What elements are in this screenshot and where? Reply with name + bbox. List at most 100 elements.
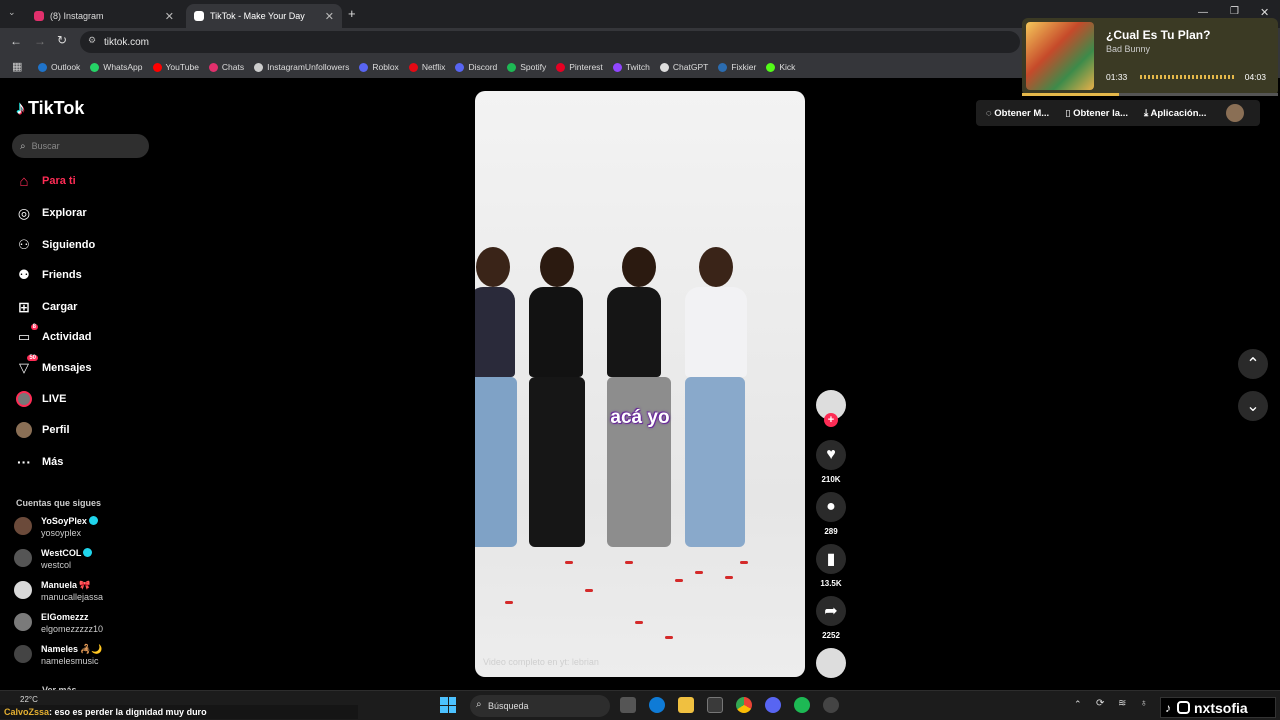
nav-cargar[interactable]: ⊞ Cargar [16, 299, 77, 315]
comment-button[interactable]: ● 289 [816, 492, 846, 536]
search-input[interactable]: ⌕ Buscar [12, 134, 149, 158]
kick-icon [766, 62, 776, 72]
bookmark-spotify[interactable]: Spotify [507, 62, 546, 72]
get-app-button[interactable]: ▯ Obtener la... [1065, 108, 1128, 119]
outlook-icon [38, 62, 47, 72]
creator-avatar-button[interactable]: + [816, 390, 846, 427]
bookmark-roblox[interactable]: Roblox [359, 62, 399, 72]
button-label: Aplicación... [1150, 107, 1207, 119]
nav-mas[interactable]: ··· Más [16, 454, 63, 470]
media-progress-fill [1022, 93, 1120, 96]
account-name: YoSoyPlex [41, 516, 87, 526]
nav-para-ti[interactable]: ⌂ Para ti [16, 173, 76, 190]
weather-widget[interactable]: 22°C [20, 695, 38, 704]
minimize-icon[interactable]: — [1198, 7, 1208, 18]
followed-account[interactable]: Manuela 🎀 manucallejassa [14, 579, 103, 603]
nav-explorar[interactable]: ◎ Explorar [16, 205, 87, 221]
twitch-icon [612, 62, 622, 72]
nav-label: Para ti [42, 175, 76, 187]
tray-network-icon[interactable]: ≋ [1118, 698, 1126, 709]
messages-badge: 50 [27, 355, 38, 361]
video-player[interactable]: acá yo Video completo en yt: lebrian [475, 91, 805, 677]
nav-label: Friends [42, 269, 82, 281]
bookmark-youtube[interactable]: YouTube [152, 62, 199, 72]
followed-account[interactable]: YoSoyPlex yosoyplex [14, 515, 98, 539]
nav-perfil[interactable]: Perfil [16, 422, 70, 438]
save-button[interactable]: ▮ 13.5K [816, 544, 846, 588]
next-video-button[interactable]: ⌄ [1238, 391, 1268, 421]
followed-account[interactable]: ElGomezzz elgomezzzzz10 [14, 611, 103, 635]
tray-sync-icon[interactable]: ⟳ [1096, 698, 1104, 709]
new-tab-icon[interactable]: + [348, 6, 356, 21]
bookmark-whatsapp[interactable]: WhatsApp [90, 62, 143, 72]
user-avatar[interactable] [1226, 104, 1245, 122]
like-button[interactable]: ♥ 210K [816, 440, 846, 484]
tray-chevron-icon[interactable]: ⌃ [1074, 699, 1082, 710]
video-person [529, 247, 585, 547]
media-elapsed: 01:33 [1106, 72, 1128, 82]
nav-mensajes[interactable]: ▽ 50 Mensajes [16, 355, 92, 376]
tiktok-note-icon: ♪ [16, 98, 25, 118]
bookmark-label: Discord [468, 62, 498, 72]
spotify-icon [507, 62, 517, 72]
follow-plus-icon[interactable]: + [824, 413, 838, 427]
nav-friends[interactable]: ⚉ Friends [16, 267, 82, 283]
settings-icon[interactable] [823, 697, 839, 713]
followed-account[interactable]: Nameles 🦂🌙 namelesmusic [14, 643, 102, 667]
bookmark-discord[interactable]: Discord [455, 62, 497, 72]
reload-icon[interactable]: ↻ [57, 33, 67, 47]
get-coins-button[interactable]: ◌ Obtener M... [986, 108, 1049, 119]
task-view-icon[interactable] [620, 697, 636, 713]
spotify-icon[interactable] [794, 697, 810, 713]
file-explorer-icon[interactable] [678, 697, 694, 713]
bookmark-netflix[interactable]: Netflix [408, 62, 445, 72]
discord-icon[interactable] [765, 697, 781, 713]
tab-tiktok[interactable]: TikTok - Make Your Day ✕ [186, 4, 342, 28]
chrome-icon[interactable] [736, 697, 752, 713]
close-tab-icon[interactable]: ✕ [165, 10, 174, 23]
account-username: elgomezzzzz10 [41, 624, 104, 634]
bookmark-chats[interactable]: Chats [208, 62, 244, 72]
bookmark-kick[interactable]: Kick [766, 62, 795, 72]
media-control-popup[interactable]: ¿Cual Es Tu Plan? Bad Bunny 01:33 04:03 [1022, 18, 1278, 96]
nav-actividad[interactable]: ▭ 8 Actividad [16, 324, 92, 345]
desktop-app-button[interactable]: ⤓ Aplicación... [1144, 108, 1206, 119]
nav-label: Perfil [42, 424, 70, 436]
maximize-icon[interactable]: ❐ [1230, 6, 1239, 17]
tab-instagram[interactable]: (8) Instagram ✕ [26, 4, 182, 28]
bookmark-pinterest[interactable]: Pinterest [556, 62, 603, 72]
bookmark-chatgpt[interactable]: ChatGPT [659, 62, 708, 72]
youtube-icon [152, 62, 162, 72]
store-icon[interactable] [707, 697, 723, 713]
video-caption: acá yo [610, 407, 670, 428]
followed-account[interactable]: WestCOL westcol [14, 547, 93, 571]
tiktok-logo[interactable]: ♪ TikTok [16, 98, 84, 119]
bookmark-instagramunfollowers[interactable]: InstagramUnfollowers [254, 62, 349, 72]
close-tab-icon[interactable]: ✕ [325, 10, 334, 23]
chat-username: CalvoZssa [4, 707, 50, 717]
bookmark-outlook[interactable]: Outlook [38, 62, 80, 72]
forward-icon[interactable]: → [34, 34, 46, 48]
nav-live[interactable]: LIVE [16, 391, 66, 407]
nav-siguiendo[interactable]: ⚇ Siguiendo [16, 237, 95, 253]
back-icon[interactable]: ← [10, 34, 22, 48]
bookmark-label: YouTube [165, 62, 199, 72]
tray-mic-icon[interactable]: ♁ [1140, 698, 1148, 709]
media-progress-bar[interactable] [1022, 93, 1278, 96]
bookmark-twitch[interactable]: Twitch [612, 62, 650, 72]
instagram-icon [1177, 701, 1190, 714]
bookmark-fixkier[interactable]: Fixkier [718, 62, 756, 72]
windows-start-icon[interactable] [440, 697, 456, 713]
heart-icon: ♥ [816, 440, 846, 470]
previous-video-button[interactable]: ⌃ [1238, 349, 1268, 379]
site-info-icon[interactable]: ⚙ [88, 35, 96, 46]
taskbar-search[interactable]: ⌕ Búsqueda [470, 695, 610, 717]
music-disc-button[interactable] [816, 648, 846, 678]
apps-grid-icon[interactable]: ▦ [12, 60, 22, 73]
url-input[interactable]: ⚙ tiktok.com [80, 31, 1020, 53]
instagram-icon [34, 11, 44, 21]
share-button[interactable]: ➦ 2252 [816, 596, 846, 640]
account-username: namelesmusic [41, 656, 99, 666]
tab-search-icon[interactable]: ⌄ [8, 7, 16, 18]
edge-icon[interactable] [649, 697, 665, 713]
